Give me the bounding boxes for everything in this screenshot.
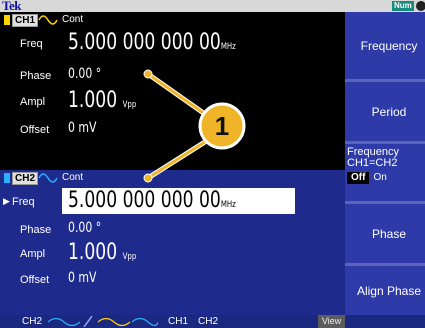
- ch2-ampl-label: Ampl: [20, 248, 46, 260]
- ch1-phase-value[interactable]: 0.00 °: [68, 66, 101, 82]
- ch1-phase-label: Phase: [20, 70, 52, 82]
- ch2-panel[interactable]: CH2 Cont ▶ Freq 5.000 000 000 00MHz Phas…: [0, 170, 345, 315]
- ch1-header: CH1 Cont: [0, 14, 345, 27]
- ch1-mode: Cont: [62, 14, 84, 25]
- ch2-header: CH2 Cont: [0, 172, 345, 185]
- ch2-ampl-value[interactable]: 1.000 Vpp: [68, 240, 136, 265]
- on-option: On: [373, 172, 387, 183]
- ch1-panel[interactable]: CH1 Cont Freq 5.000 000 000 00MHz Phase …: [0, 12, 345, 170]
- period-softkey[interactable]: Period: [345, 82, 425, 144]
- softkey-column: Frequency Period Frequency CH1=CH2 Off On…: [345, 12, 425, 315]
- ch2-freq-label: Freq: [12, 196, 35, 208]
- selected-row-arrow-icon: ▶: [3, 196, 10, 206]
- ch2-offset-value[interactable]: 0 mV: [68, 270, 97, 286]
- ch2-offset-row[interactable]: Offset 0 mV: [0, 268, 345, 294]
- phase-softkey[interactable]: Phase: [345, 204, 425, 266]
- align-phase-softkey[interactable]: Align Phase: [345, 266, 425, 315]
- ch2-ampl-unit: Vpp: [122, 252, 137, 262]
- ch2-tag: CH2: [12, 172, 39, 185]
- ch1-freq-unit: MHz: [220, 42, 236, 52]
- frequency-softkey[interactable]: Frequency: [345, 12, 425, 82]
- num-badge: Num: [392, 1, 414, 11]
- ch2-offset-label: Offset: [20, 274, 50, 286]
- ch1-tag: CH1: [12, 14, 39, 27]
- frequency-ch1-eq-ch2-label: Frequency CH1=CH2 Off On: [347, 146, 399, 184]
- ch1-offset-row[interactable]: Offset 0 mV: [0, 118, 345, 144]
- ch1-freq-row[interactable]: Freq 5.000 000 000 00MHz: [0, 30, 345, 56]
- ch2-freq-value[interactable]: 5.000 000 000 00MHz: [68, 188, 236, 213]
- status-bar: Tek Num: [0, 0, 425, 13]
- ch1-freq-label: Freq: [20, 38, 43, 50]
- ch1-ampl-value[interactable]: 1.000 Vpp: [68, 88, 136, 113]
- ch2-freq-row[interactable]: ▶ Freq 5.000 000 000 00MHz: [0, 188, 345, 214]
- ch1-phase-row[interactable]: Phase 0.00 °: [0, 64, 345, 90]
- sine-wave-icon: [38, 15, 58, 25]
- ch1-offset-value[interactable]: 0 mV: [68, 120, 97, 136]
- bottom-ch2-label: CH2: [22, 316, 43, 327]
- ch1-offset-label: Offset: [20, 124, 50, 136]
- ch2-freq-unit: MHz: [220, 200, 236, 210]
- ch1-ampl-label: Ampl: [20, 96, 46, 108]
- status-indicator-icon: [416, 1, 425, 11]
- view-button[interactable]: View: [318, 315, 345, 328]
- ch2-ampl-row[interactable]: Ampl 1.000 Vpp: [0, 240, 345, 266]
- off-option: Off: [347, 172, 370, 184]
- ch2-color-marker: [4, 173, 10, 183]
- sine-wave-icon: [38, 173, 58, 183]
- ch2-mode: Cont: [62, 172, 84, 183]
- ch2-phase-label: Phase: [20, 224, 52, 236]
- ch1-color-marker: [4, 15, 10, 25]
- ch2-phase-value[interactable]: 0.00 °: [68, 220, 101, 236]
- ch1-ampl-row[interactable]: Ampl 1.000 Vpp: [0, 88, 345, 114]
- bottom-ch1-tab[interactable]: CH1: [168, 315, 188, 328]
- bottom-channel-bar: CH2 CH1 CH2 View: [0, 315, 425, 328]
- ch1-ampl-unit: Vpp: [122, 100, 137, 110]
- frequency-ch1-eq-ch2-softkey[interactable]: Frequency CH1=CH2 Off On: [345, 144, 425, 204]
- waveform-tabs-icon[interactable]: [48, 316, 158, 327]
- ch1-freq-value[interactable]: 5.000 000 000 00MHz: [68, 30, 236, 55]
- bottom-ch2-tab[interactable]: CH2: [198, 315, 218, 328]
